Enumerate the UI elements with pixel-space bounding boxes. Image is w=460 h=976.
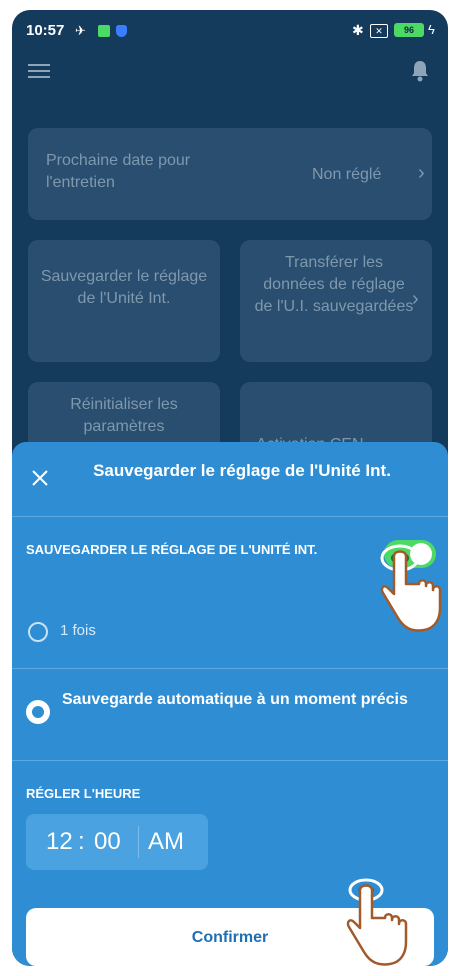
option-auto-label[interactable]: Sauvegarde automatique à un moment préci…	[62, 688, 422, 712]
bluetooth-icon: ✱	[352, 22, 364, 38]
chevron-right-icon: ›	[412, 288, 419, 310]
transfer-data-card[interactable]: Transférer les données de réglage de l'U…	[240, 240, 432, 362]
divider	[12, 516, 448, 517]
option-once-label[interactable]: 1 fois	[60, 622, 96, 639]
wifi-icon: ✈︎	[75, 23, 86, 38]
time-picker[interactable]: 12 : 00 AM	[26, 814, 208, 870]
shield-icon	[116, 25, 127, 37]
divider	[12, 760, 448, 761]
maintenance-value: Non réglé	[312, 166, 382, 183]
battery-icon: 96	[394, 23, 424, 37]
radio-auto[interactable]	[26, 700, 50, 724]
charging-icon: ϟ	[428, 22, 435, 37]
bottom-sheet: Sauvegarder le réglage de l'Unité Int. S…	[12, 442, 448, 966]
transfer-label: Transférer les données de réglage de l'U…	[254, 254, 414, 315]
radio-once[interactable]	[28, 622, 48, 642]
time-hour[interactable]: 12	[46, 814, 73, 870]
pointing-hand-icon	[376, 538, 446, 643]
save-setting-label: Sauvegarder le réglage de l'Unité Int.	[40, 268, 208, 307]
save-setting-card[interactable]: Sauvegarder le réglage de l'Unité Int.	[28, 240, 220, 362]
pointing-hand-icon	[342, 874, 412, 966]
phone-screen: 10:57 ✈︎ ✱ ✕ 96 ϟ Prochaine date pour l'…	[12, 10, 448, 966]
time-section-label: RÉGLER L'HEURE	[26, 786, 141, 801]
reset-label: Réinitialiser les paramètres	[70, 396, 178, 435]
status-bar: 10:57 ✈︎ ✱ ✕ 96 ϟ	[12, 10, 448, 52]
status-time: 10:57	[26, 22, 65, 39]
sim-icon: ✕	[370, 24, 388, 38]
bell-icon[interactable]	[410, 60, 430, 82]
divider	[12, 668, 448, 669]
app-notification-icon	[98, 25, 110, 37]
maintenance-label: Prochaine date pour l'entretien	[46, 152, 191, 191]
time-divider	[138, 826, 139, 858]
time-ampm[interactable]: AM	[148, 814, 184, 870]
sheet-title: Sauvegarder le réglage de l'Unité Int.	[93, 461, 391, 480]
hamburger-menu-icon[interactable]	[28, 64, 50, 78]
save-section-label: SAUVEGARDER LE RÉGLAGE DE L'UNITÉ INT.	[26, 542, 318, 557]
close-icon[interactable]	[30, 468, 50, 488]
time-minute[interactable]: 00	[94, 814, 121, 870]
time-separator: :	[78, 828, 85, 855]
chevron-right-icon: ›	[418, 162, 425, 184]
maintenance-date-card[interactable]: Prochaine date pour l'entretien Non régl…	[28, 128, 432, 220]
